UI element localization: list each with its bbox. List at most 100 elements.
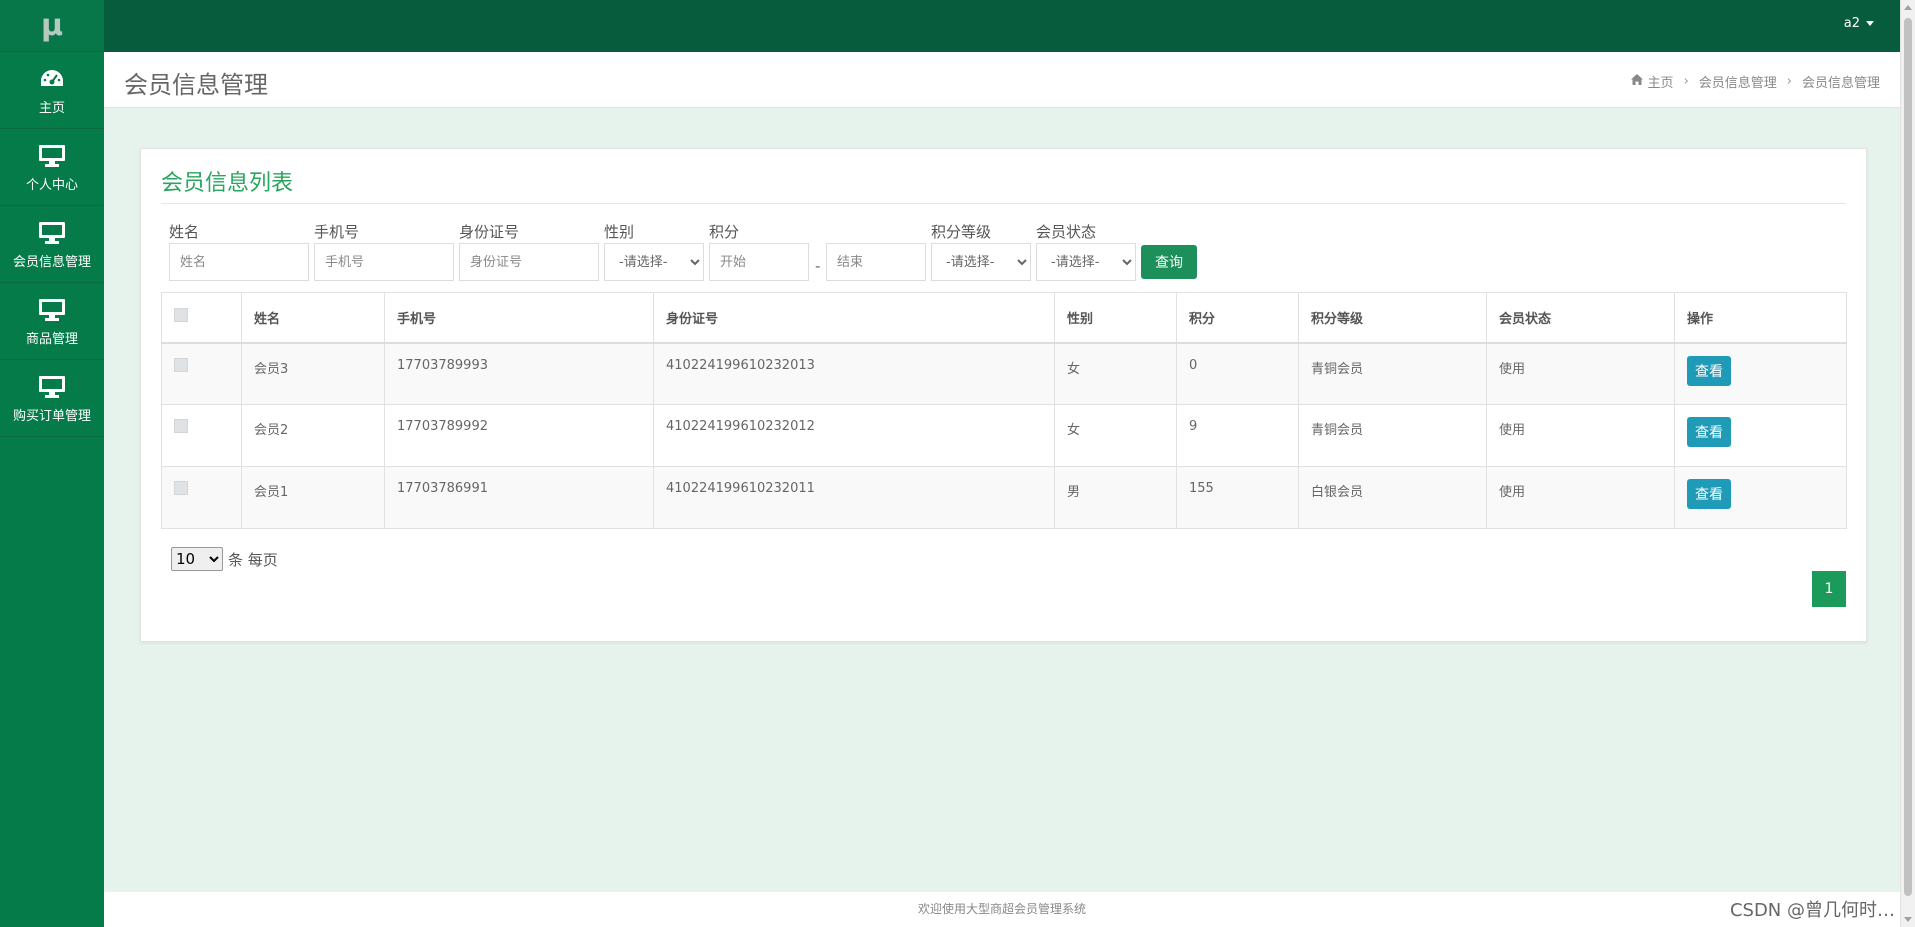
- sidebar-item-label: 购买订单管理: [12, 408, 91, 424]
- cell-idcard: 410224199610232011: [653, 466, 1055, 529]
- filter-label: 性别: [604, 223, 635, 241]
- row-checkbox[interactable]: [174, 419, 188, 433]
- view-button[interactable]: 查看: [1687, 417, 1731, 447]
- range-separator: -: [815, 257, 821, 275]
- points-start-input[interactable]: [709, 243, 809, 281]
- sidebar-item-label: 个人中心: [25, 177, 78, 193]
- sidebar-item-member-info[interactable]: 会员信息管理: [0, 206, 104, 283]
- username: a2: [1843, 16, 1860, 31]
- cell-phone: 17703789993: [384, 342, 654, 405]
- breadcrumb-home[interactable]: 主页: [1648, 72, 1674, 91]
- home-icon: [1630, 74, 1643, 89]
- gender-select[interactable]: -请选择-: [604, 243, 704, 281]
- view-button[interactable]: 查看: [1687, 355, 1731, 386]
- column-header: 操作: [1674, 292, 1847, 344]
- cell-gender: 男: [1054, 466, 1177, 529]
- points-end-input[interactable]: [826, 243, 926, 281]
- monitor-icon: [37, 142, 67, 170]
- column-header[interactable]: 身份证号: [653, 292, 1055, 344]
- topbar: a2: [104, 0, 1900, 52]
- cell-status: 使用: [1486, 342, 1675, 405]
- cell-points: 155: [1176, 466, 1299, 529]
- sidebar: μ 主页 个人中心 会员信息管理 商品管理 购买订单管理: [0, 0, 104, 927]
- row-select-cell: [161, 404, 242, 467]
- row-select-cell: [161, 466, 242, 529]
- dashboard-icon: [37, 65, 67, 93]
- name-input[interactable]: [169, 243, 309, 281]
- column-header[interactable]: 姓名: [241, 292, 385, 344]
- sidebar-item-home[interactable]: 主页: [0, 52, 104, 129]
- row-checkbox[interactable]: [174, 481, 188, 495]
- sidebar-item-label: 会员信息管理: [12, 254, 91, 270]
- select-all-cell: [161, 292, 242, 344]
- table-row: 会员2 17703789992 410224199610232012 女 9 青…: [161, 404, 1847, 467]
- page-size-control: 10 条 每页: [171, 547, 278, 571]
- filter-level: 积分等级 -请选择-: [931, 221, 1031, 281]
- status-select[interactable]: -请选择-: [1036, 243, 1136, 281]
- page-1-button[interactable]: 1: [1812, 571, 1846, 607]
- row-checkbox[interactable]: [174, 357, 188, 372]
- caret-down-icon: [1866, 21, 1874, 26]
- table-row: 会员3 17703789993 410224199610232013 女 0 青…: [161, 342, 1847, 405]
- table-header-row: 姓名 手机号 身份证号 性别 积分 积分等级 会员状态 操作: [161, 292, 1847, 344]
- phone-input[interactable]: [314, 243, 454, 281]
- column-header[interactable]: 性别: [1054, 292, 1177, 344]
- scroll-up-icon[interactable]: [1904, 5, 1912, 10]
- view-button[interactable]: 查看: [1687, 479, 1731, 509]
- cell-name: 会员2: [241, 404, 385, 467]
- page-header: 会员信息管理 主页 › 会员信息管理 › 会员信息管理: [104, 52, 1900, 108]
- page-size-label: 条 每页: [228, 550, 278, 569]
- select-all-checkbox[interactable]: [174, 308, 188, 323]
- filter-label: 手机号: [314, 223, 360, 241]
- idcard-input[interactable]: [459, 243, 599, 281]
- cell-action: 查看: [1674, 466, 1847, 529]
- column-header[interactable]: 积分: [1176, 292, 1299, 344]
- watermark: CSDN @曾几何时…: [1729, 900, 1895, 921]
- sidebar-item-label: 商品管理: [25, 331, 78, 347]
- filter-phone: 手机号: [314, 221, 454, 281]
- cell-phone: 17703789992: [384, 404, 654, 467]
- breadcrumb: 主页 › 会员信息管理 › 会员信息管理: [1630, 72, 1880, 91]
- filter-label: 身份证号: [459, 223, 520, 241]
- cell-name: 会员1: [241, 466, 385, 529]
- sidebar-item-profile[interactable]: 个人中心: [0, 129, 104, 206]
- user-menu[interactable]: a2: [1844, 16, 1874, 31]
- filter-points: 积分: [709, 221, 809, 281]
- panel-title: 会员信息列表: [161, 171, 294, 196]
- scroll-thumb[interactable]: [1904, 18, 1912, 896]
- content-area: 会员信息列表 姓名 手机号 身份证号 性别 -请选择- 积分 - 积分等级: [104, 108, 1900, 892]
- page-title: 会员信息管理: [124, 71, 268, 99]
- cell-gender: 女: [1054, 342, 1177, 405]
- sidebar-item-orders[interactable]: 购买订单管理: [0, 360, 104, 437]
- cell-level: 白银会员: [1298, 466, 1487, 529]
- cell-level: 青铜会员: [1298, 404, 1487, 467]
- page-size-select[interactable]: 10: [171, 547, 223, 571]
- cell-points: 0: [1176, 342, 1299, 405]
- scrollbar[interactable]: [1900, 0, 1915, 927]
- filter-label: 姓名: [169, 223, 200, 241]
- cell-idcard: 410224199610232012: [653, 404, 1055, 467]
- filter-status: 会员状态 -请选择-: [1036, 221, 1136, 281]
- column-header[interactable]: 积分等级: [1298, 292, 1487, 344]
- cell-status: 使用: [1486, 404, 1675, 467]
- column-header[interactable]: 会员状态: [1486, 292, 1675, 344]
- cell-status: 使用: [1486, 466, 1675, 529]
- cell-gender: 女: [1054, 404, 1177, 467]
- brand-logo[interactable]: μ: [0, 0, 104, 52]
- level-select[interactable]: -请选择-: [931, 243, 1031, 281]
- chevron-right-icon: ›: [1683, 74, 1689, 89]
- sidebar-item-products[interactable]: 商品管理: [0, 283, 104, 360]
- chevron-right-icon: ›: [1786, 74, 1792, 89]
- filter-label: 积分: [709, 223, 740, 241]
- column-header[interactable]: 手机号: [384, 292, 654, 344]
- scroll-down-icon[interactable]: [1904, 917, 1912, 922]
- monitor-icon: [37, 296, 67, 324]
- query-button[interactable]: 查询: [1141, 245, 1197, 279]
- cell-action: 查看: [1674, 404, 1847, 467]
- breadcrumb-item[interactable]: 会员信息管理: [1699, 72, 1777, 91]
- monitor-icon: [37, 373, 67, 401]
- table-row: 会员1 17703786991 410224199610232011 男 155…: [161, 466, 1847, 529]
- filter-name: 姓名: [169, 221, 309, 281]
- row-select-cell: [161, 342, 242, 405]
